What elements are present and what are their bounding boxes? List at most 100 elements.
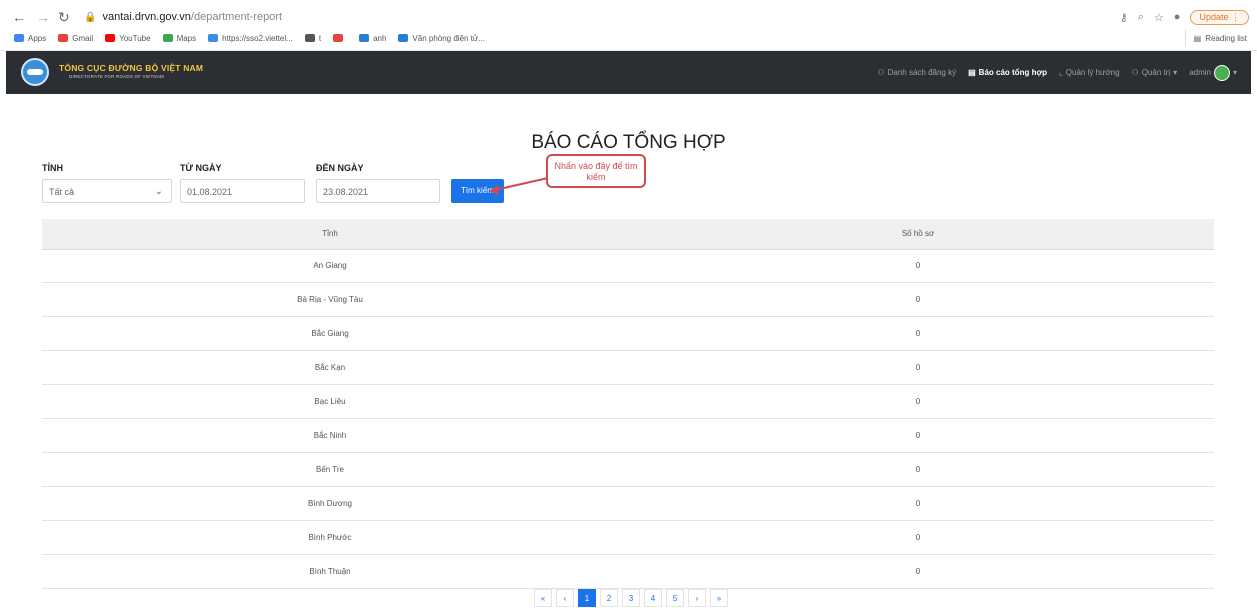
profile-icon[interactable]: ● bbox=[1174, 11, 1181, 23]
bookmark-item[interactable]: https://sso2.viettel... bbox=[208, 34, 293, 43]
count-cell: 0 bbox=[915, 533, 921, 542]
brand-subtitle: DIRECTORATE FOR ROADS OF VIETNAM bbox=[69, 74, 164, 79]
from-date-input[interactable]: 01.08.2021 bbox=[180, 179, 305, 203]
chevron-down-icon: ⌄ bbox=[154, 186, 163, 197]
chart-icon: ⌞ bbox=[1059, 68, 1063, 77]
from-date-value: 01.08.2021 bbox=[187, 187, 233, 197]
province-cell: An Giang bbox=[313, 261, 347, 270]
bookmark-item[interactable]: Apps bbox=[14, 34, 46, 43]
menu-guide-management[interactable]: ⌞ Quản lý hướng bbox=[1059, 68, 1120, 77]
bird-icon bbox=[359, 34, 370, 42]
avatar bbox=[1213, 64, 1230, 81]
bookmark-label: Gmail bbox=[72, 33, 94, 43]
gmail-icon bbox=[58, 34, 69, 42]
app-header: TỔNG CỤC ĐƯỜNG BỘ VIỆT NAM DIRECTORATE F… bbox=[6, 51, 1251, 94]
maps-icon bbox=[162, 34, 173, 42]
update-button[interactable]: Update ⋮ bbox=[1190, 9, 1249, 25]
province-select[interactable]: Tất cả ⌄ bbox=[42, 179, 172, 203]
first-page-button[interactable]: « bbox=[534, 589, 552, 607]
province-cell: Bình Dương bbox=[308, 499, 352, 508]
flower-icon bbox=[333, 34, 344, 42]
reading-list-icon: ▤ bbox=[1193, 33, 1202, 43]
prev-page-button[interactable]: ‹ bbox=[556, 589, 574, 607]
back-icon[interactable]: ← bbox=[12, 8, 26, 26]
bookmark-item[interactable]: Maps bbox=[162, 33, 197, 43]
user-name: admin bbox=[1189, 68, 1211, 77]
key-icon[interactable]: ⚷ bbox=[1120, 11, 1128, 24]
forward-icon[interactable]: → bbox=[36, 8, 50, 26]
page-button[interactable]: 4 bbox=[644, 589, 662, 607]
search-callout: Nhấn vào đây để tìm kiếm bbox=[546, 154, 646, 188]
province-cell: Bắc Kạn bbox=[314, 363, 346, 372]
table-row: Bến Tre 0 bbox=[42, 453, 1214, 487]
table-row: Bình Thuận 0 bbox=[42, 555, 1214, 589]
province-cell: Bắc Ninh bbox=[313, 431, 347, 440]
reload-icon[interactable]: ↻ bbox=[58, 8, 70, 26]
cloud-icon bbox=[208, 34, 219, 42]
count-cell: 0 bbox=[915, 567, 921, 576]
table-row: Bình Dương 0 bbox=[42, 487, 1214, 521]
page-button[interactable]: 5 bbox=[666, 589, 684, 607]
column-header-province[interactable]: Tỉnh bbox=[42, 219, 618, 249]
reading-list-button[interactable]: ▤ Reading list bbox=[1184, 29, 1247, 47]
to-date-label: ĐẾN NGÀY bbox=[316, 163, 364, 173]
menu-admin-label: Quản trị bbox=[1141, 68, 1171, 77]
bookmarks-bar: Apps Gmail YouTube Maps https://sso2.viettel… bbox=[0, 29, 1257, 47]
user-icon: ⚇ bbox=[1131, 68, 1139, 77]
table-row: An Giang 0 bbox=[42, 249, 1214, 283]
count-cell: 0 bbox=[915, 397, 921, 406]
column-header-count[interactable]: Số hồ sơ bbox=[618, 219, 1218, 249]
bookmark-item[interactable]: Gmail bbox=[58, 34, 93, 43]
next-page-button[interactable]: › bbox=[688, 589, 706, 607]
from-date-label: TỪ NGÀY bbox=[180, 163, 222, 173]
youtube-icon bbox=[105, 34, 116, 42]
user-menu[interactable]: admin ▾ bbox=[1189, 64, 1237, 81]
search-button[interactable]: Tìm kiếm bbox=[451, 179, 504, 203]
province-cell: Bình Thuận bbox=[309, 567, 351, 576]
count-cell: 0 bbox=[915, 261, 921, 270]
bookmark-label: https://sso2.viettel... bbox=[222, 33, 293, 43]
bookmark-label: anh bbox=[373, 33, 387, 43]
browser-chrome: ← → ↻ 🔒 vantai.drvn.gov.vn/department-rep… bbox=[0, 0, 1257, 51]
menu-register-list[interactable]: ⚇ Danh sách đăng ký bbox=[877, 68, 956, 77]
logo-icon[interactable] bbox=[21, 58, 49, 86]
province-cell: Bạc Liêu bbox=[314, 397, 346, 406]
count-cell: 0 bbox=[915, 363, 921, 372]
province-cell: Bắc Giang bbox=[311, 329, 349, 338]
table-body: An Giang 0 Bà Rịa - Vũng Tàu 0 Bắc Giang 0 Bắc… bbox=[42, 249, 1214, 589]
province-cell: Bến Tre bbox=[315, 465, 344, 474]
page-button[interactable]: 2 bbox=[600, 589, 618, 607]
count-cell: 0 bbox=[915, 295, 921, 304]
bookmark-item[interactable]: anh bbox=[359, 34, 386, 43]
page-button[interactable]: 1 bbox=[578, 589, 596, 607]
menu-admin[interactable]: ⚇ Quản trị ▾ bbox=[1132, 68, 1178, 77]
bookmark-item[interactable] bbox=[333, 34, 347, 43]
star-icon[interactable]: ☆ bbox=[1154, 11, 1164, 24]
address-row: ← → ↻ 🔒 vantai.drvn.gov.vn/department-rep… bbox=[0, 6, 1257, 28]
bookmark-item[interactable]: Văn phòng điện tử... bbox=[398, 34, 485, 43]
apps-grid-icon bbox=[14, 34, 24, 42]
count-cell: 0 bbox=[915, 499, 921, 508]
bookmark-item[interactable]: YouTube bbox=[105, 34, 151, 43]
pagination: «‹ 1 2 3 4 5 ›» bbox=[534, 589, 728, 607]
province-select-value: Tất cả bbox=[49, 187, 75, 197]
menu-summary-report[interactable]: ▤ Báo cáo tổng hợp bbox=[968, 68, 1047, 77]
lock-icon: 🔒 bbox=[84, 12, 97, 23]
user-icon: ⚇ bbox=[877, 68, 885, 77]
page-button[interactable]: 3 bbox=[622, 589, 640, 607]
address-bar[interactable]: 🔒 vantai.drvn.gov.vn/department-report bbox=[84, 8, 1084, 26]
bookmark-item[interactable]: t bbox=[304, 33, 322, 43]
table-row: Bình Phước 0 bbox=[42, 521, 1214, 555]
to-date-input[interactable]: 23.08.2021 bbox=[316, 179, 440, 203]
bookmark-label: t bbox=[318, 33, 322, 43]
zoom-icon[interactable]: ⌕ bbox=[1138, 11, 1144, 24]
province-cell: Bình Phước bbox=[308, 533, 352, 542]
to-date-value: 23.08.2021 bbox=[323, 187, 369, 197]
last-page-button[interactable]: » bbox=[710, 589, 728, 607]
count-cell: 0 bbox=[915, 329, 921, 338]
menu-guide-management-label: Quản lý hướng bbox=[1065, 68, 1120, 77]
table-header: Tỉnh Số hồ sơ bbox=[42, 219, 1214, 250]
table-row: Bắc Ninh 0 bbox=[42, 419, 1214, 453]
bookmark-label: Maps bbox=[176, 33, 197, 43]
browser-actions: ⚷ ⌕ ☆ ● Update ⋮ bbox=[1120, 6, 1249, 28]
